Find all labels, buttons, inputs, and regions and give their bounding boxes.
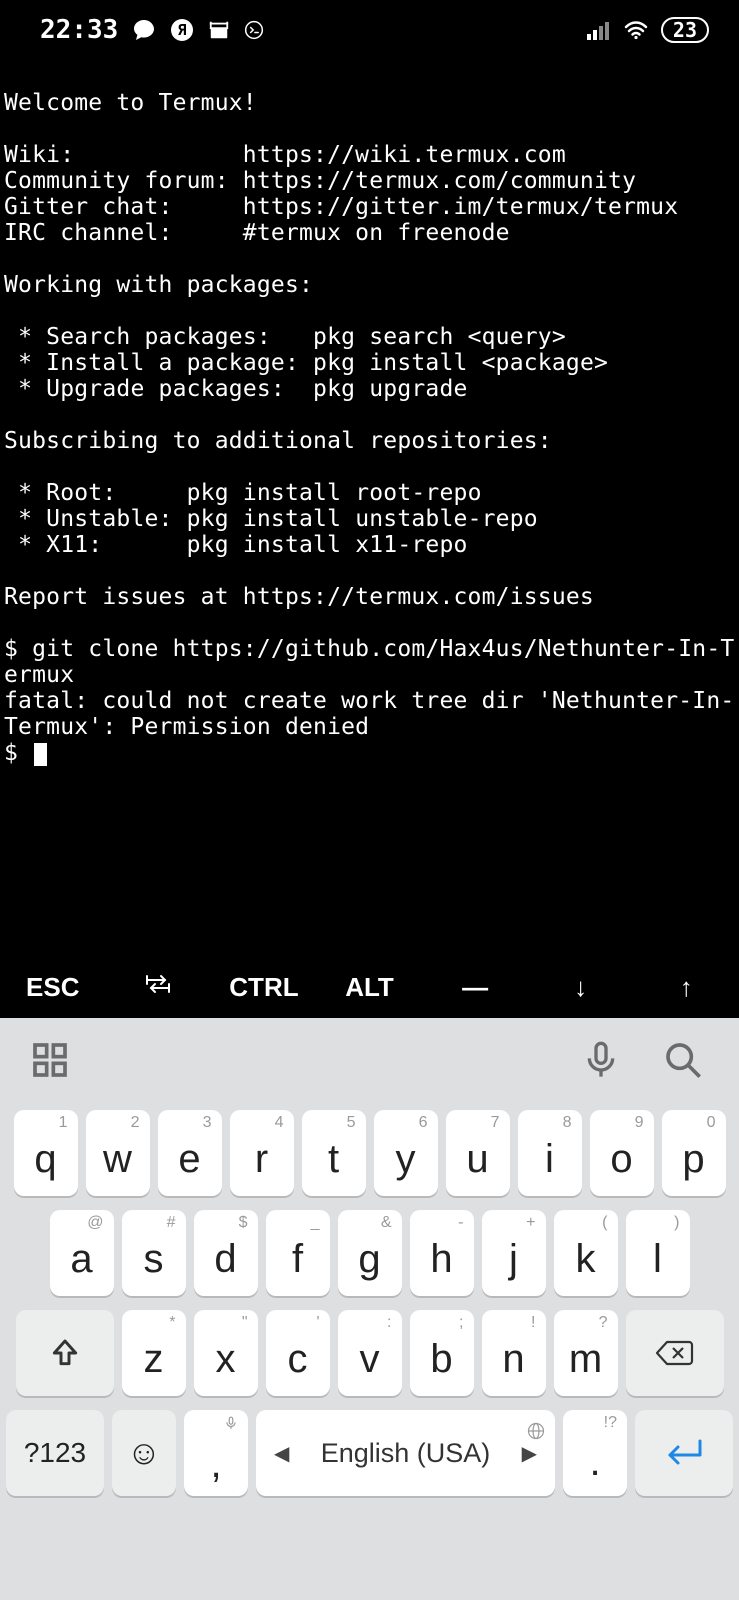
svg-text:Я: Я bbox=[178, 21, 187, 39]
key-o[interactable]: 9o bbox=[590, 1110, 654, 1196]
key-w[interactable]: 2w bbox=[86, 1110, 150, 1196]
keyboard-toolbar bbox=[0, 1018, 739, 1108]
battery-indicator: 23 bbox=[661, 17, 709, 43]
yandex-icon: Я bbox=[170, 18, 194, 42]
globe-icon bbox=[527, 1416, 545, 1447]
enter-key[interactable] bbox=[635, 1410, 733, 1496]
status-left: 22:33 Я bbox=[40, 15, 264, 45]
extra-key-ctrl[interactable]: CTRL bbox=[211, 972, 317, 1003]
terminal-output[interactable]: Welcome to Termux! Wiki: https://wiki.te… bbox=[0, 60, 739, 766]
signal-icon bbox=[587, 20, 611, 40]
key-m[interactable]: ?m bbox=[554, 1310, 618, 1396]
backspace-key[interactable] bbox=[626, 1310, 724, 1396]
space-label: English (USA) bbox=[321, 1438, 491, 1469]
search-icon[interactable] bbox=[663, 1040, 709, 1086]
numsym-key[interactable]: ?123 bbox=[6, 1410, 104, 1496]
emoji-key[interactable]: ☺ bbox=[112, 1410, 176, 1496]
status-time: 22:33 bbox=[40, 15, 118, 45]
key-z[interactable]: *z bbox=[122, 1310, 186, 1396]
soft-keyboard: 1q2w3e4r5t6y7u8i9o0p @a#s$d_f&g-h+j(k)l … bbox=[0, 1018, 739, 1600]
terminal-status-icon bbox=[244, 20, 264, 40]
mic-sub-icon bbox=[224, 1416, 238, 1435]
calendar-icon bbox=[208, 19, 230, 41]
keyboard-row-3: *z"x'c:v;b!n?m bbox=[6, 1310, 733, 1396]
key-e[interactable]: 3e bbox=[158, 1110, 222, 1196]
extra-key-dash[interactable]: — bbox=[422, 972, 528, 1003]
key-b[interactable]: ;b bbox=[410, 1310, 474, 1396]
chevron-left-icon: ◀ bbox=[274, 1441, 289, 1466]
key-k[interactable]: (k bbox=[554, 1210, 618, 1296]
status-bar: 22:33 Я 23 bbox=[0, 0, 739, 60]
terminal-cursor bbox=[34, 743, 47, 766]
apps-grid-icon[interactable] bbox=[30, 1040, 76, 1086]
key-l[interactable]: )l bbox=[626, 1210, 690, 1296]
extra-key-tab[interactable] bbox=[106, 972, 212, 1003]
comma-key[interactable]: , bbox=[184, 1410, 248, 1496]
keyboard-row-1: 1q2w3e4r5t6y7u8i9o0p bbox=[6, 1110, 733, 1196]
key-r[interactable]: 4r bbox=[230, 1110, 294, 1196]
key-a[interactable]: @a bbox=[50, 1210, 114, 1296]
key-q[interactable]: 1q bbox=[14, 1110, 78, 1196]
key-i[interactable]: 8i bbox=[518, 1110, 582, 1196]
key-s[interactable]: #s bbox=[122, 1210, 186, 1296]
key-y[interactable]: 6y bbox=[374, 1110, 438, 1196]
mic-icon[interactable] bbox=[581, 1040, 627, 1086]
wifi-icon bbox=[623, 20, 649, 40]
key-t[interactable]: 5t bbox=[302, 1110, 366, 1196]
key-v[interactable]: :v bbox=[338, 1310, 402, 1396]
key-j[interactable]: +j bbox=[482, 1210, 546, 1296]
key-f[interactable]: _f bbox=[266, 1210, 330, 1296]
terminal-text: Welcome to Termux! Wiki: https://wiki.te… bbox=[4, 90, 734, 766]
key-h[interactable]: -h bbox=[410, 1210, 474, 1296]
key-p[interactable]: 0p bbox=[662, 1110, 726, 1196]
period-key[interactable]: !? . bbox=[563, 1410, 627, 1496]
extra-key-down[interactable]: ↓ bbox=[528, 972, 634, 1003]
keyboard-row-4: ?123 ☺ , ◀ English (USA) ▶ !? bbox=[6, 1410, 733, 1496]
status-right: 23 bbox=[587, 17, 709, 43]
chat-icon bbox=[132, 18, 156, 42]
extra-key-esc[interactable]: ESC bbox=[0, 972, 106, 1003]
key-g[interactable]: &g bbox=[338, 1210, 402, 1296]
space-key[interactable]: ◀ English (USA) ▶ bbox=[256, 1410, 555, 1496]
extra-key-alt[interactable]: ALT bbox=[317, 972, 423, 1003]
key-d[interactable]: $d bbox=[194, 1210, 258, 1296]
key-u[interactable]: 7u bbox=[446, 1110, 510, 1196]
key-n[interactable]: !n bbox=[482, 1310, 546, 1396]
key-x[interactable]: "x bbox=[194, 1310, 258, 1396]
shift-key[interactable] bbox=[16, 1310, 114, 1396]
keyboard-row-2: @a#s$d_f&g-h+j(k)l bbox=[6, 1210, 733, 1296]
extra-key-up[interactable]: ↑ bbox=[633, 972, 739, 1003]
key-c[interactable]: 'c bbox=[266, 1310, 330, 1396]
extra-keys-row: ESC CTRL ALT — ↓ ↑ bbox=[0, 956, 739, 1018]
